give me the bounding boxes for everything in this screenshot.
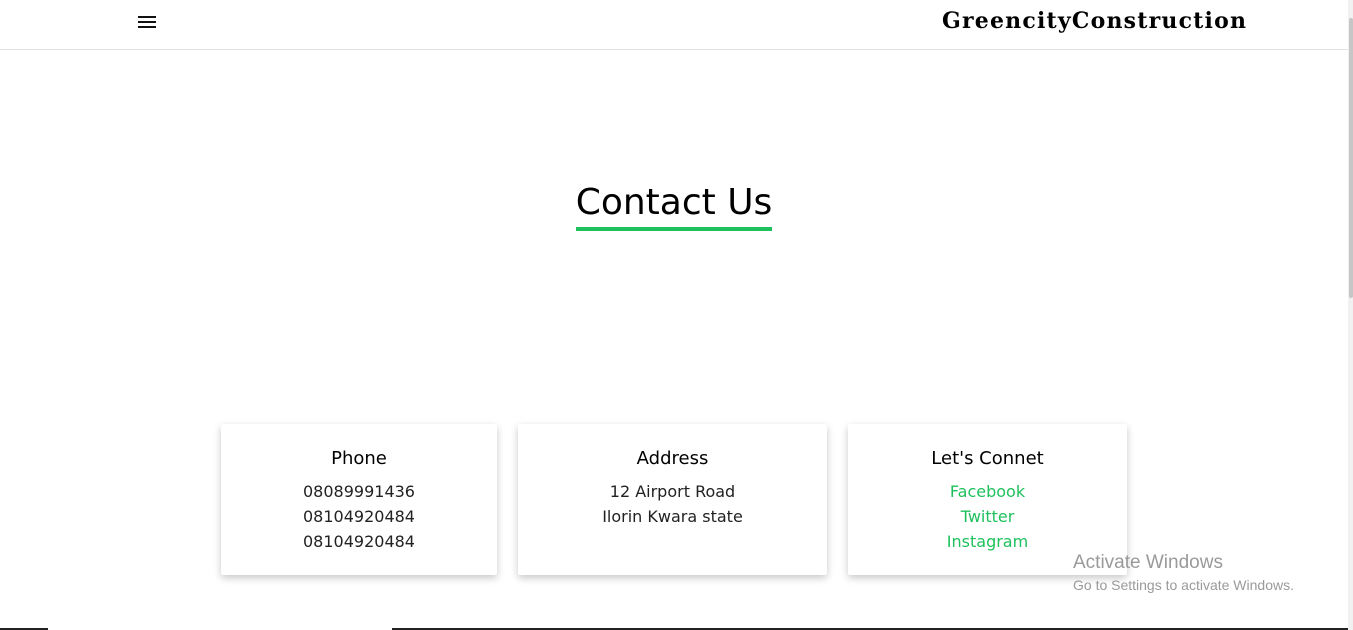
phone-card: Phone 08089991436 08104920484 0810492048…	[221, 424, 497, 575]
scrollbar-thumb[interactable]	[1349, 18, 1353, 298]
address-line: Ilorin Kwara state	[602, 507, 743, 526]
windows-activation-watermark: Activate Windows Go to Settings to activ…	[1073, 552, 1294, 596]
facebook-link[interactable]: Facebook	[848, 479, 1127, 504]
address-card: Address 12 Airport Road Ilorin Kwara sta…	[518, 424, 827, 575]
connect-heading: Let's Connet	[931, 448, 1044, 469]
vertical-scrollbar[interactable]	[1348, 0, 1353, 630]
twitter-link[interactable]: Twitter	[848, 504, 1127, 529]
instagram-link[interactable]: Instagram	[848, 529, 1127, 554]
hamburger-menu-icon[interactable]	[137, 14, 157, 30]
title-section: Contact Us	[0, 182, 1348, 231]
phone-heading: Phone	[331, 448, 387, 469]
watermark-title: Activate Windows	[1073, 552, 1223, 573]
address-line: 12 Airport Road	[609, 482, 736, 501]
watermark-subtitle: Go to Settings to activate Windows.	[1073, 577, 1294, 593]
brand-logo[interactable]: GreencityConstruction	[942, 8, 1247, 34]
page: GreencityConstruction Contact Us Phone 0…	[0, 0, 1353, 630]
top-navbar: GreencityConstruction	[0, 0, 1348, 50]
phone-number: 08104920484	[303, 532, 415, 551]
page-title: Contact Us	[575, 182, 773, 231]
phone-number: 08104920484	[303, 507, 415, 526]
address-heading: Address	[636, 448, 709, 469]
phone-number: 08089991436	[303, 482, 415, 501]
